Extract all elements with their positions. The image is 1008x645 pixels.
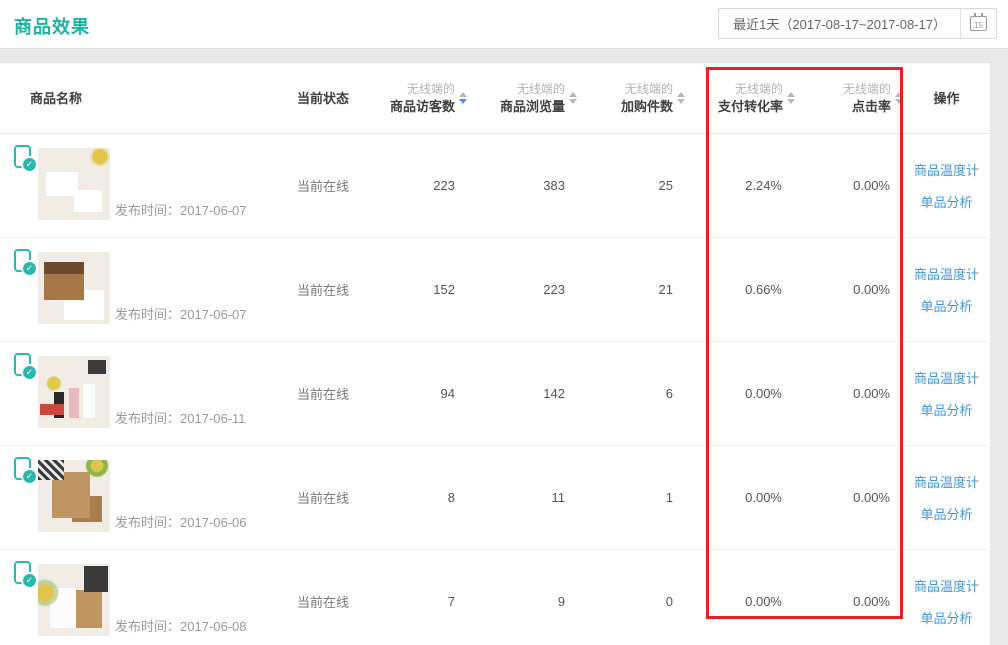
publish-time: 发布时间：2017-06-08 <box>115 616 247 635</box>
action-link-thermometer[interactable]: 商品温度计 <box>914 576 979 595</box>
pay-conversion-cell: 0.00% <box>685 341 795 445</box>
visitors-cell: 223 <box>377 133 469 237</box>
mobile-verified-icon <box>14 457 31 480</box>
ctr-cell: 0.00% <box>795 549 903 645</box>
views-cell: 223 <box>469 237 577 341</box>
sort-icon-ctr[interactable] <box>895 92 903 104</box>
product-thumbnail[interactable] <box>38 252 110 324</box>
col-header-actions: 操作 <box>903 63 990 133</box>
pay-conversion-cell: 0.00% <box>685 549 795 645</box>
product-thumbnail[interactable] <box>38 148 110 220</box>
action-link-thermometer[interactable]: 商品温度计 <box>914 160 979 179</box>
visitors-cell: 8 <box>377 445 469 549</box>
sort-icon-cart-adds[interactable] <box>677 92 685 104</box>
views-cell: 383 <box>469 133 577 237</box>
sort-icon-visitors[interactable] <box>459 92 467 104</box>
date-range-picker[interactable]: 最近1天（2017-08-17~2017-08-17） 15 <box>718 8 997 39</box>
table-row: 发布时间：2017-06-06 当前在线 8 11 1 0.00% 0.00% … <box>0 445 990 549</box>
col-header-cart-adds[interactable]: 无线端的 加购件数 <box>577 63 685 133</box>
table-row: 发布时间：2017-06-08 当前在线 7 9 0 0.00% 0.00% 商… <box>0 549 990 645</box>
action-link-item-analysis[interactable]: 单品分析 <box>920 400 972 419</box>
status-cell: 当前在线 <box>285 133 377 237</box>
date-range-label: 最近1天（2017-08-17~2017-08-17） <box>719 9 960 38</box>
visitors-cell: 152 <box>377 237 469 341</box>
publish-time: 发布时间：2017-06-07 <box>115 304 247 323</box>
cart-adds-cell: 6 <box>577 341 685 445</box>
action-link-item-analysis[interactable]: 单品分析 <box>920 608 972 627</box>
publish-time: 发布时间：2017-06-11 <box>115 408 246 427</box>
cart-adds-cell: 0 <box>577 549 685 645</box>
col-header-status: 当前状态 <box>285 63 377 133</box>
product-table-card: 商品名称 当前状态 无线端的 商品访客数 无线端的 <box>0 63 990 645</box>
product-thumbnail[interactable] <box>38 460 110 532</box>
sort-icon-views[interactable] <box>569 92 577 104</box>
pay-conversion-cell: 0.66% <box>685 237 795 341</box>
action-link-thermometer[interactable]: 商品温度计 <box>914 472 979 491</box>
visitors-cell: 94 <box>377 341 469 445</box>
table-header-row: 商品名称 当前状态 无线端的 商品访客数 无线端的 <box>0 63 990 133</box>
mobile-verified-icon <box>14 145 31 168</box>
product-effect-table: 商品名称 当前状态 无线端的 商品访客数 无线端的 <box>0 63 990 645</box>
action-link-item-analysis[interactable]: 单品分析 <box>920 504 972 523</box>
mobile-verified-icon <box>14 249 31 272</box>
mobile-verified-icon <box>14 561 31 584</box>
cart-adds-cell: 1 <box>577 445 685 549</box>
ctr-cell: 0.00% <box>795 445 903 549</box>
calendar-icon: 15 <box>970 16 987 31</box>
visitors-cell: 7 <box>377 549 469 645</box>
col-header-ctr[interactable]: 无线端的 点击率 <box>795 63 903 133</box>
product-thumbnail[interactable] <box>38 564 110 636</box>
views-cell: 142 <box>469 341 577 445</box>
action-link-item-analysis[interactable]: 单品分析 <box>920 192 972 211</box>
status-cell: 当前在线 <box>285 341 377 445</box>
status-cell: 当前在线 <box>285 445 377 549</box>
ctr-cell: 0.00% <box>795 341 903 445</box>
cart-adds-cell: 21 <box>577 237 685 341</box>
action-link-thermometer[interactable]: 商品温度计 <box>914 264 979 283</box>
table-row: 发布时间：2017-06-11 当前在线 94 142 6 0.00% 0.00… <box>0 341 990 445</box>
mobile-verified-icon <box>14 353 31 376</box>
col-header-visitors[interactable]: 无线端的 商品访客数 <box>377 63 469 133</box>
pay-conversion-cell: 2.24% <box>685 133 795 237</box>
calendar-day-number: 15 <box>974 21 983 30</box>
status-cell: 当前在线 <box>285 549 377 645</box>
pay-conversion-cell: 0.00% <box>685 445 795 549</box>
table-row: 发布时间：2017-06-07 当前在线 152 223 21 0.66% 0.… <box>0 237 990 341</box>
sort-icon-pay-conversion[interactable] <box>787 92 795 104</box>
status-cell: 当前在线 <box>285 237 377 341</box>
top-bar: 商品效果 最近1天（2017-08-17~2017-08-17） 15 <box>0 0 1008 49</box>
views-cell: 11 <box>469 445 577 549</box>
page-title: 商品效果 <box>14 13 90 39</box>
ctr-cell: 0.00% <box>795 237 903 341</box>
action-link-item-analysis[interactable]: 单品分析 <box>920 296 972 315</box>
col-header-pay-conversion[interactable]: 无线端的 支付转化率 <box>685 63 795 133</box>
table-row: 发布时间：2017-06-07 当前在线 223 383 25 2.24% 0.… <box>0 133 990 237</box>
cart-adds-cell: 25 <box>577 133 685 237</box>
product-thumbnail[interactable] <box>38 356 110 428</box>
col-header-views[interactable]: 无线端的 商品浏览量 <box>469 63 577 133</box>
page-gap <box>0 49 1008 63</box>
publish-time: 发布时间：2017-06-06 <box>115 512 247 531</box>
views-cell: 9 <box>469 549 577 645</box>
action-link-thermometer[interactable]: 商品温度计 <box>914 368 979 387</box>
ctr-cell: 0.00% <box>795 133 903 237</box>
calendar-button[interactable]: 15 <box>960 9 996 38</box>
publish-time: 发布时间：2017-06-07 <box>115 200 247 219</box>
col-header-product-name: 商品名称 <box>0 63 285 133</box>
